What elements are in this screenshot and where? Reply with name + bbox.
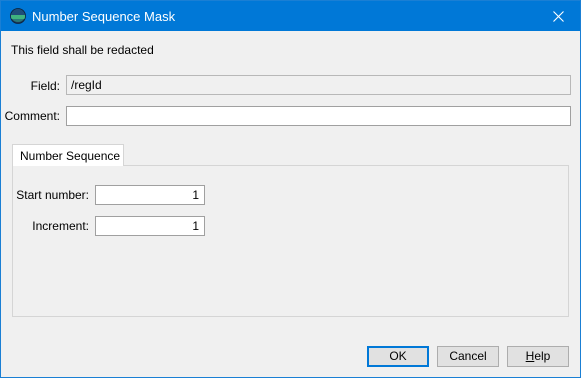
close-button[interactable]	[536, 1, 580, 31]
dialog-window: Number Sequence Mask This field shall be…	[0, 0, 581, 378]
increment-label: Increment:	[32, 219, 89, 233]
window-title: Number Sequence Mask	[32, 9, 176, 24]
app-globe-icon	[10, 8, 26, 24]
comment-input[interactable]	[66, 106, 571, 126]
tab-number-sequence[interactable]: Number Sequence	[12, 144, 124, 166]
ok-button[interactable]: OK	[367, 346, 429, 367]
field-label: Field:	[30, 79, 60, 93]
cancel-button[interactable]: Cancel	[437, 346, 499, 367]
help-button[interactable]: Help	[507, 346, 569, 367]
start-number-label: Start number:	[16, 188, 89, 202]
tab-label: Number Sequence	[20, 149, 121, 163]
field-value: /regId	[66, 75, 571, 95]
start-number-input[interactable]	[95, 185, 205, 205]
title-bar[interactable]: Number Sequence Mask	[1, 1, 580, 31]
help-label-rest: elp	[534, 349, 551, 363]
info-text: This field shall be redacted	[11, 43, 154, 57]
close-icon	[552, 10, 564, 22]
comment-label: Comment:	[4, 109, 60, 123]
increment-input[interactable]	[95, 216, 205, 236]
